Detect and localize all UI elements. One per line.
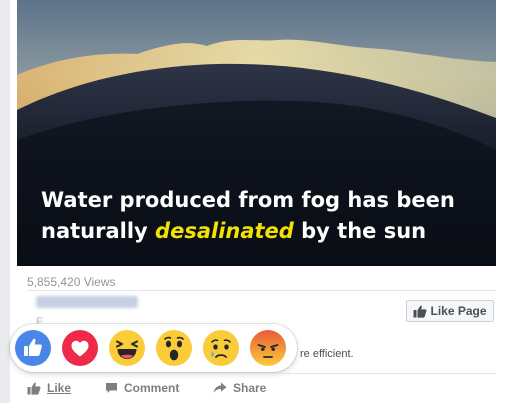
share-label: Share xyxy=(233,381,267,395)
video-player[interactable]: Water produced from fog has been natural… xyxy=(17,0,496,266)
share-arrow-icon xyxy=(213,382,227,393)
comment-snippet: re efficient. xyxy=(300,348,354,360)
comment-bubble-icon xyxy=(106,383,117,393)
video-caption: Water produced from fog has been natural… xyxy=(41,185,481,247)
like-page-button[interactable]: Like Page xyxy=(406,300,494,322)
reaction-picker xyxy=(10,324,297,372)
haha-reaction-icon[interactable] xyxy=(109,330,145,366)
view-count: 5,855,420 Views xyxy=(27,275,116,289)
comment-label: Comment xyxy=(124,381,180,395)
divider xyxy=(27,290,496,291)
page-background-strip xyxy=(0,0,10,403)
like-label: Like xyxy=(47,381,72,395)
divider xyxy=(27,373,496,374)
love-reaction-icon[interactable] xyxy=(62,330,98,366)
caption-text-end: by the sun xyxy=(293,219,427,243)
caption-highlight: desalinated xyxy=(155,219,294,243)
page-name-blurred[interactable] xyxy=(36,296,138,308)
angry-reaction-icon[interactable] xyxy=(250,330,286,366)
like-page-label: Like Page xyxy=(430,304,487,318)
like-button[interactable]: Like xyxy=(27,380,71,396)
thumbs-up-icon xyxy=(413,305,428,318)
wow-reaction-icon[interactable] xyxy=(156,330,192,366)
share-button[interactable]: Share xyxy=(213,380,266,396)
sad-reaction-icon[interactable] xyxy=(203,330,239,366)
thumbs-up-icon xyxy=(27,382,41,395)
comment-button[interactable]: Comment xyxy=(105,380,179,396)
like-reaction-icon[interactable] xyxy=(15,330,51,366)
